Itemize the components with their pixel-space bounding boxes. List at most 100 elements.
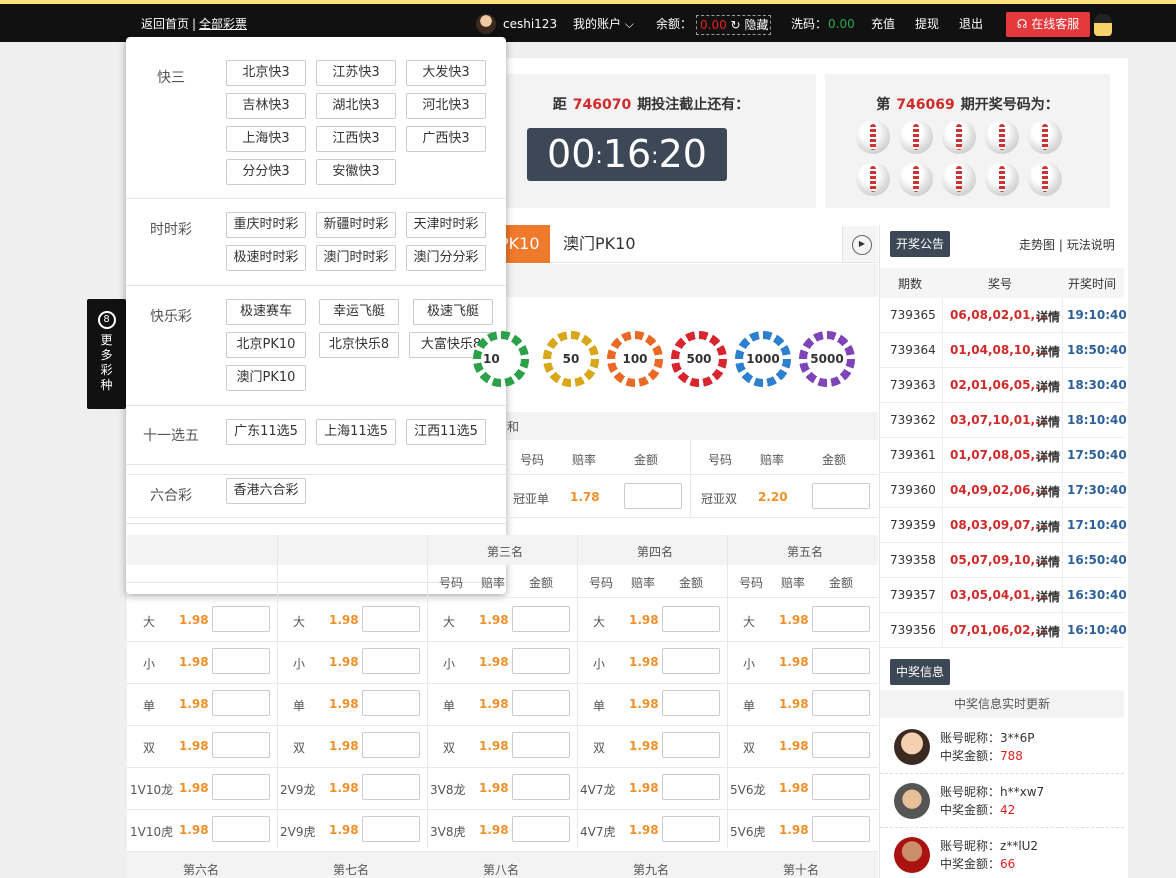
bet-odds: 1.98 (629, 739, 659, 753)
bet-amount-input[interactable] (212, 732, 270, 758)
bet-amount-input[interactable] (362, 774, 420, 800)
tab-scroll-play-icon[interactable] (842, 226, 878, 262)
result-detail-link[interactable]: 详情 (1036, 413, 1060, 430)
guanya-amount-input[interactable] (624, 483, 682, 509)
dropdown-item[interactable]: 上海11选5 (316, 419, 396, 445)
tab-macau-pk10[interactable]: 澳门PK10 (563, 225, 636, 263)
hide-balance-button[interactable]: 隐藏 (744, 18, 768, 32)
dropdown-item[interactable]: 北京快3 (226, 60, 306, 86)
online-service-button[interactable]: ☊ 在线客服 (1006, 12, 1090, 37)
withdraw-link[interactable]: 提现 (915, 4, 939, 44)
bet-chip[interactable]: 5000 (799, 331, 855, 387)
dropdown-item[interactable]: 湖北快3 (316, 93, 396, 119)
dropdown-item[interactable]: 极速赛车 (226, 299, 306, 325)
draw-suffix: 期开奖号码为： (960, 97, 1059, 113)
countdown-minutes: 16 (602, 132, 652, 176)
recharge-link[interactable]: 充值 (871, 4, 895, 44)
bet-amount-input[interactable] (662, 606, 720, 632)
bet-amount-input[interactable] (212, 690, 270, 716)
refresh-icon[interactable]: ↻ (731, 18, 741, 32)
bet-amount-input[interactable] (362, 732, 420, 758)
rules-link[interactable]: 玩法说明 (1067, 238, 1115, 252)
bet-option-label: 单 (443, 699, 456, 713)
bet-amount-input[interactable] (212, 816, 270, 842)
more-lottery-sidebar[interactable]: 8 更多彩种 (87, 299, 126, 409)
bet-amount-input[interactable] (212, 648, 270, 674)
result-detail-link[interactable]: 详情 (1036, 588, 1060, 605)
bet-amount-input[interactable] (662, 816, 720, 842)
result-detail-link[interactable]: 详情 (1036, 378, 1060, 395)
bet-amount-input[interactable] (212, 606, 270, 632)
dropdown-item[interactable]: 北京PK10 (226, 332, 306, 358)
dropdown-item[interactable]: 新疆时时彩 (316, 212, 396, 238)
dropdown-item[interactable]: 江苏快3 (316, 60, 396, 86)
dropdown-item[interactable]: 上海快3 (226, 126, 306, 152)
dropdown-item[interactable]: 幸运飞艇 (319, 299, 399, 325)
trend-link[interactable]: 走势图 (1019, 238, 1055, 252)
dropdown-item[interactable]: 极速时时彩 (226, 245, 306, 271)
bet-amount-input[interactable] (662, 648, 720, 674)
dropdown-item[interactable]: 河北快3 (406, 93, 486, 119)
result-row: 739364 01,04,08,10,... 详情 18:50:40 (880, 333, 1127, 368)
bet-amount-input[interactable] (512, 606, 570, 632)
bet-chip[interactable]: 500 (671, 331, 727, 387)
bet-amount-input[interactable] (812, 774, 870, 800)
dropdown-item[interactable]: 吉林快3 (226, 93, 306, 119)
dropdown-item[interactable]: 江西11选5 (406, 419, 486, 445)
result-detail-link[interactable]: 详情 (1036, 518, 1060, 535)
bet-amount-input[interactable] (212, 774, 270, 800)
dropdown-item[interactable]: 安徽快3 (316, 159, 396, 185)
dropdown-item[interactable]: 大发快3 (406, 60, 486, 86)
bet-amount-input[interactable] (362, 690, 420, 716)
bet-chip[interactable]: 100 (607, 331, 663, 387)
dropdown-item[interactable]: 北京快乐8 (319, 332, 399, 358)
timer-suffix: 期投注截止还有： (637, 97, 750, 113)
dropdown-item[interactable]: 澳门分分彩 (406, 245, 486, 271)
notice-button[interactable]: 开奖公告 (890, 231, 951, 257)
bet-amount-input[interactable] (812, 690, 870, 716)
bet-section-title: 和 (507, 420, 520, 434)
user-avatar[interactable] (476, 14, 496, 34)
bet-amount-input[interactable] (812, 732, 870, 758)
bet-amount-input[interactable] (362, 816, 420, 842)
username[interactable]: ceshi123 (503, 4, 557, 44)
bet-chip[interactable]: 50 (543, 331, 599, 387)
bet-amount-input[interactable] (512, 774, 570, 800)
dropdown-item[interactable]: 澳门时时彩 (316, 245, 396, 271)
dropdown-item[interactable]: 天津时时彩 (406, 212, 486, 238)
bet-amount-input[interactable] (512, 732, 570, 758)
result-detail-link[interactable]: 详情 (1036, 308, 1060, 325)
bet-amount-input[interactable] (362, 606, 420, 632)
dropdown-item[interactable]: 分分快3 (226, 159, 306, 185)
bet-amount-input[interactable] (662, 690, 720, 716)
dropdown-item[interactable]: 广西快3 (406, 126, 486, 152)
bet-amount-input[interactable] (512, 690, 570, 716)
logout-link[interactable]: 退出 (959, 4, 983, 44)
guanya-amount-input[interactable] (812, 483, 870, 509)
result-detail-link[interactable]: 详情 (1036, 623, 1060, 640)
bet-amount-input[interactable] (812, 816, 870, 842)
dropdown-item[interactable]: 广东11选5 (226, 419, 306, 445)
bet-amount-input[interactable] (512, 648, 570, 674)
dropdown-item[interactable]: 重庆时时彩 (226, 212, 306, 238)
bet-amount-input[interactable] (362, 648, 420, 674)
result-detail-link[interactable]: 详情 (1036, 343, 1060, 360)
bet-chip[interactable]: 10 (473, 331, 529, 387)
bet-amount-input[interactable] (812, 648, 870, 674)
dropdown-item[interactable]: 江西快3 (316, 126, 396, 152)
bet-amount-input[interactable] (512, 816, 570, 842)
win-info-button[interactable]: 中奖信息 (890, 659, 951, 685)
result-detail-link[interactable]: 详情 (1036, 483, 1060, 500)
dropdown-item[interactable]: 香港六合彩 (226, 478, 306, 504)
dropdown-item[interactable]: 澳门PK10 (226, 365, 306, 391)
bet-amount-input[interactable] (662, 774, 720, 800)
dropdown-item[interactable]: 极速飞艇 (413, 299, 493, 325)
account-menu[interactable]: 我的账户 ⌵ (573, 4, 634, 44)
draw-title: 第 746069 期开奖号码为： (825, 94, 1110, 114)
bet-amount-input[interactable] (662, 732, 720, 758)
result-detail-link[interactable]: 详情 (1036, 553, 1060, 570)
bet-chip[interactable]: 1000 (735, 331, 791, 387)
result-detail-link[interactable]: 详情 (1036, 448, 1060, 465)
result-period: 739356 (890, 623, 936, 637)
bet-amount-input[interactable] (812, 606, 870, 632)
